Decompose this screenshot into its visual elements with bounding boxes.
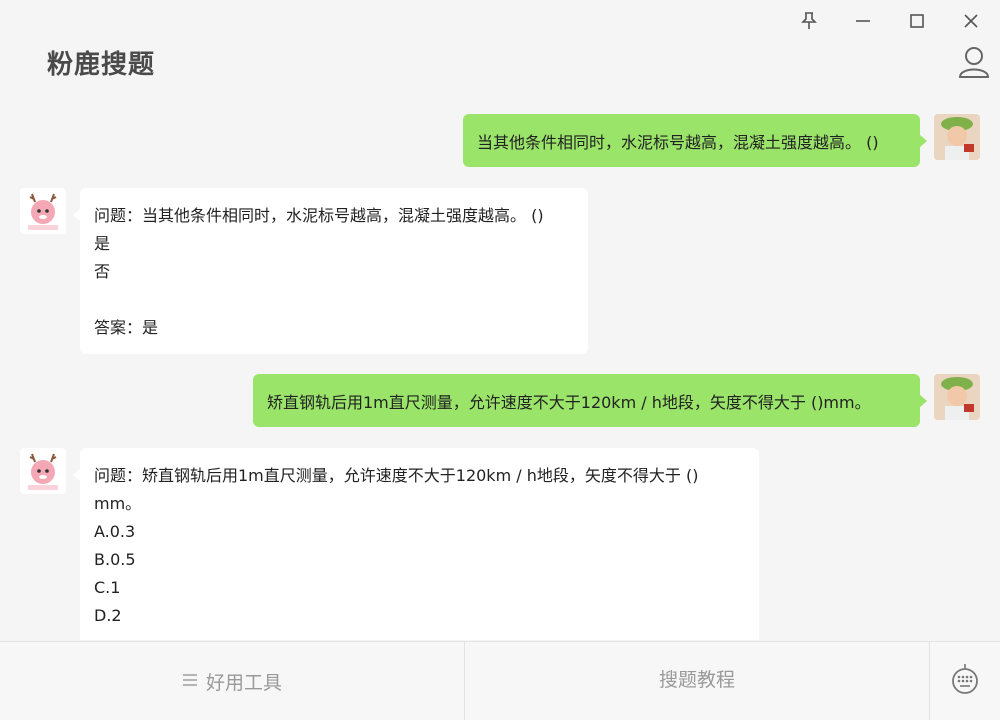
tools-label: 好用工具: [205, 671, 282, 694]
close-icon[interactable]: [956, 8, 986, 34]
option-line: C.1: [94, 578, 121, 597]
option-line: D.2: [94, 606, 122, 625]
minimize-icon[interactable]: [848, 8, 878, 34]
app-title: 粉鹿搜题: [47, 50, 156, 80]
message-text: 矫直钢轨后用1m直尺测量，允许速度不大于120km / h地段，矢度不得大于 (…: [267, 392, 871, 412]
pin-icon[interactable]: [794, 8, 824, 34]
user-avatar: [934, 374, 980, 420]
message-text: 当其他条件相同时，水泥标号越高，混凝土强度越高。 (): [477, 132, 879, 152]
tools-button[interactable]: 好用工具: [0, 642, 465, 720]
user-avatar: [934, 114, 980, 160]
user-message-bubble: 当其他条件相同时，水泥标号越高，混凝土强度越高。 (): [463, 114, 927, 167]
window-controls: [794, 8, 986, 34]
keyboard-button[interactable]: [930, 642, 1000, 720]
question-line: 问题：当其他条件相同时，水泥标号越高，混凝土强度越高。 (): [94, 206, 544, 225]
bot-avatar: [20, 188, 66, 234]
question-line: mm。: [94, 494, 142, 513]
answer-line: 答案：是: [94, 318, 159, 337]
bottom-bar: 好用工具 搜题教程: [0, 641, 1000, 720]
user-message-bubble: 矫直钢轨后用1m直尺测量，允许速度不大于120km / h地段，矢度不得大于 (…: [253, 374, 927, 427]
bot-avatar: [20, 448, 66, 494]
bot-message-bubble: 问题：矫直钢轨后用1m直尺测量，允许速度不大于120km / h地段，矢度不得大…: [73, 448, 759, 640]
question-line: 问题：矫直钢轨后用1m直尺测量，允许速度不大于120km / h地段，矢度不得大…: [94, 466, 699, 485]
option-line: B.0.5: [94, 550, 136, 569]
maximize-icon[interactable]: [902, 8, 932, 34]
option-line: A.0.3: [94, 522, 136, 541]
option-line: 是: [94, 234, 111, 253]
menu-icon: [182, 670, 198, 692]
chat-area[interactable]: 当其他条件相同时，水泥标号越高，混凝土强度越高。 () 问题：当其他条件相同时，…: [0, 100, 1000, 640]
tutorial-label: 搜题教程: [658, 668, 735, 691]
bot-message-bubble: 问题：当其他条件相同时，水泥标号越高，混凝土强度越高。 () 是 否 答案：是: [73, 188, 588, 354]
tutorial-button[interactable]: 搜题教程: [465, 642, 930, 720]
user-profile-icon[interactable]: [958, 45, 990, 79]
option-line: 否: [94, 262, 111, 281]
keyboard-icon: [950, 663, 980, 700]
